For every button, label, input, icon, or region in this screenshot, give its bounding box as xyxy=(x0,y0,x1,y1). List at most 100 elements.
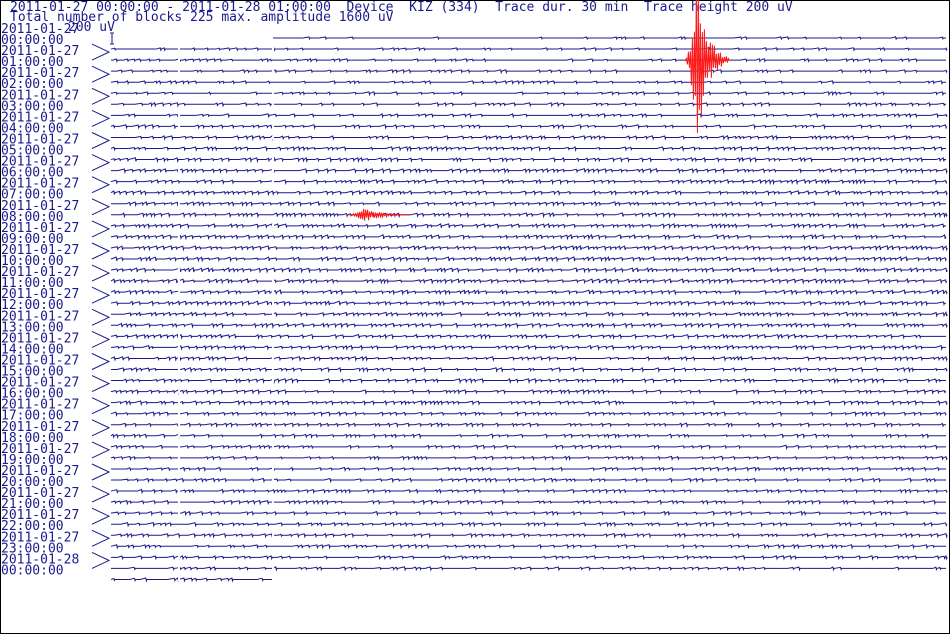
block-gap xyxy=(178,489,180,494)
hour-chevron xyxy=(91,485,111,503)
block-gap xyxy=(178,411,180,416)
block-gap xyxy=(178,511,180,516)
trace-line xyxy=(111,554,948,561)
trace-line xyxy=(110,190,948,197)
hour-chevron xyxy=(91,308,111,326)
block-gap xyxy=(178,345,180,350)
trace-line xyxy=(110,444,946,451)
block-gap xyxy=(272,102,274,107)
hour-chevron xyxy=(91,220,111,238)
trace-line xyxy=(111,69,948,75)
trace-line xyxy=(111,400,948,407)
block-gap xyxy=(178,433,180,438)
block-gap xyxy=(272,301,274,306)
trace-line xyxy=(110,255,947,263)
hour-chevron xyxy=(91,109,111,127)
hour-chevron xyxy=(91,65,111,83)
block-gap xyxy=(178,201,180,206)
trace-line xyxy=(111,57,946,63)
hour-chevron xyxy=(91,198,111,216)
block-gap xyxy=(272,91,274,96)
block-gap xyxy=(272,179,274,184)
trace-line xyxy=(110,455,948,462)
trace-line xyxy=(111,521,948,528)
block-gap xyxy=(178,455,180,460)
hour-chevron xyxy=(91,154,111,172)
hour-chevron xyxy=(91,176,111,194)
trace-line xyxy=(110,156,946,164)
block-gap xyxy=(178,290,180,295)
trace-line xyxy=(111,377,946,385)
block-gap xyxy=(178,334,180,339)
trace-line xyxy=(110,233,947,241)
trace-line xyxy=(111,322,948,329)
hour-chevron xyxy=(91,87,111,105)
trace-line xyxy=(110,80,946,86)
trace-line xyxy=(111,167,948,175)
hour-chevron xyxy=(91,529,111,547)
trace-line xyxy=(111,422,946,429)
trace-line xyxy=(110,333,946,340)
trace-line xyxy=(111,566,946,572)
block-gap xyxy=(178,279,180,284)
hour-chevron xyxy=(91,353,111,370)
trace-line xyxy=(110,300,946,307)
trace-line xyxy=(110,433,946,440)
block-gap xyxy=(272,345,274,350)
trace-line xyxy=(110,411,947,418)
block-gap xyxy=(272,157,274,162)
trace-line xyxy=(110,124,948,130)
event-waveform xyxy=(684,0,730,134)
trace-line xyxy=(111,532,948,539)
block-gap xyxy=(272,500,274,505)
trace-line xyxy=(110,577,272,583)
block-gap xyxy=(178,234,180,239)
block-gap xyxy=(272,566,274,571)
hour-chevron xyxy=(91,264,111,282)
trace-line xyxy=(110,289,948,296)
block-gap xyxy=(272,367,274,372)
block-gap xyxy=(272,533,274,538)
hour-label-time: 00:00:00 xyxy=(1,563,64,578)
block-gap xyxy=(272,290,274,295)
block-gap xyxy=(272,312,274,317)
hour-chevron xyxy=(91,441,111,459)
trace-line xyxy=(111,212,948,219)
trace-line xyxy=(110,278,948,285)
block-gap xyxy=(178,168,180,173)
block-gap xyxy=(178,466,180,471)
hour-chevron xyxy=(91,286,111,304)
trace-line xyxy=(273,36,946,41)
trace-line xyxy=(110,91,946,97)
seismogram-chart: 2011-01-2700:00:002011-01-2701:00:002011… xyxy=(1,0,948,583)
trace-line xyxy=(111,134,946,142)
block-gap xyxy=(178,367,180,372)
trace-line xyxy=(111,112,948,119)
block-gap xyxy=(272,478,274,482)
block-gap xyxy=(178,113,180,118)
block-gap xyxy=(272,466,274,471)
block-gap xyxy=(178,577,180,582)
trace-line xyxy=(110,355,948,363)
block-gap xyxy=(178,555,180,560)
block-gap xyxy=(272,47,274,52)
trace-line xyxy=(110,267,948,274)
block-gap xyxy=(178,69,180,74)
hour-chevron xyxy=(91,419,111,437)
trace-line xyxy=(110,47,948,52)
block-gap xyxy=(178,268,180,273)
block-gap xyxy=(272,356,274,361)
event-waveform xyxy=(347,208,410,221)
block-gap xyxy=(272,223,274,228)
block-gap xyxy=(178,422,180,427)
block-gap xyxy=(178,444,180,449)
block-gap xyxy=(272,69,274,74)
block-gap xyxy=(272,279,274,284)
trace-line xyxy=(111,201,946,208)
trace-line xyxy=(110,223,946,230)
block-gap xyxy=(272,168,274,173)
hour-chevron xyxy=(91,330,111,348)
trace-line xyxy=(111,366,948,374)
trace-line xyxy=(110,245,948,252)
hour-chevron xyxy=(91,397,111,415)
